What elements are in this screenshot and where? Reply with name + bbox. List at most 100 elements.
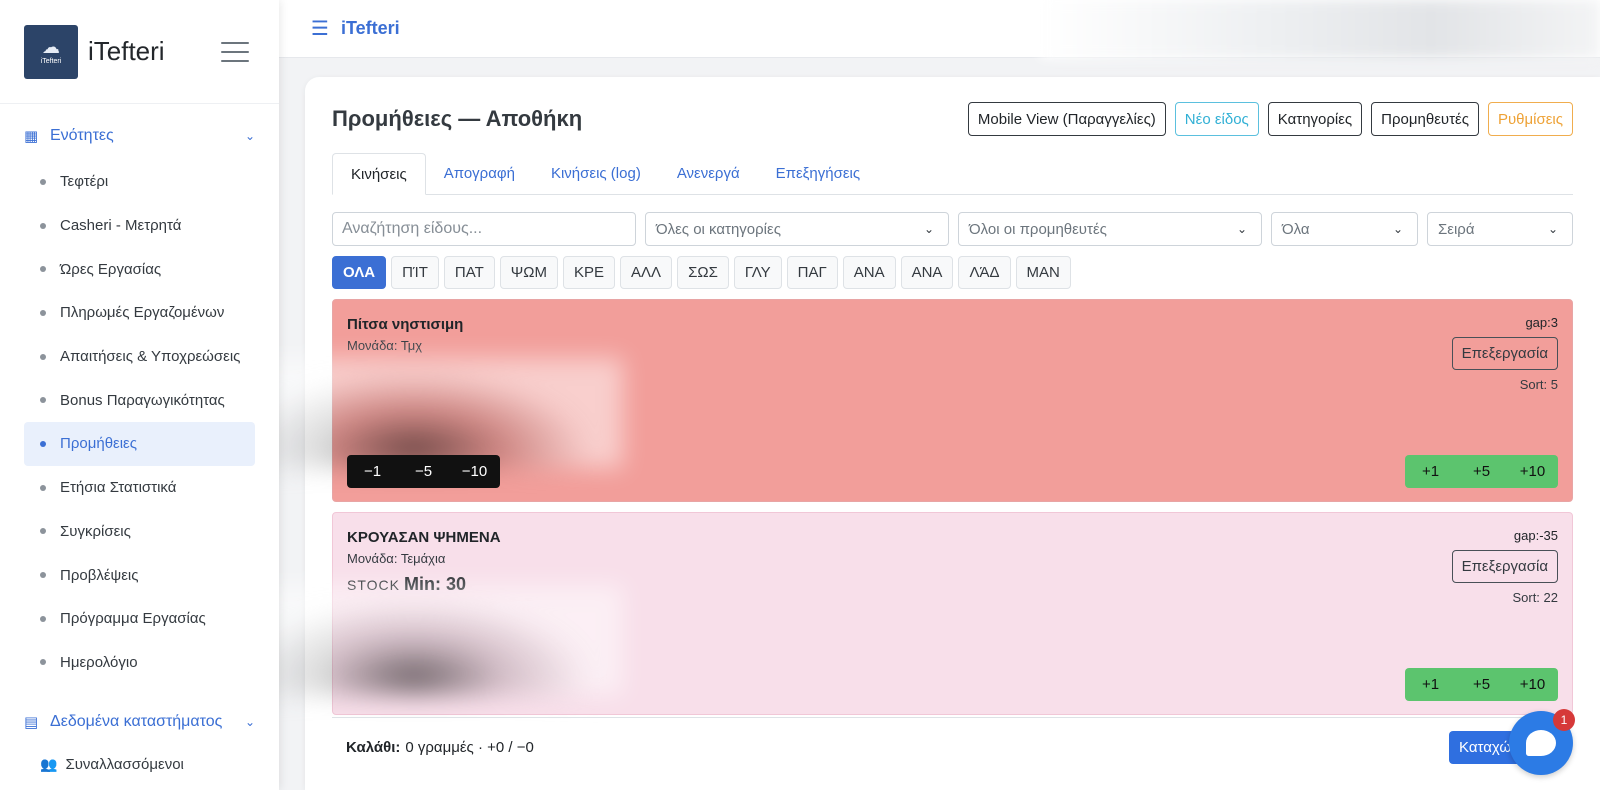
item-sort: Sort: 5 <box>1519 377 1558 392</box>
tab-inactive[interactable]: Ανενεργά <box>659 153 758 195</box>
sidebar-item-label: Τεφτέρι <box>60 173 109 191</box>
sidebar-item-label: Συγκρίσεις <box>60 522 131 540</box>
chip-pag[interactable]: ΠΑΓ <box>786 256 838 289</box>
cart-summary: 0 γραμμές · +0 / −0 <box>405 739 534 756</box>
item-card: Πίτσα νηστισιμη Μονάδα: Τμχ gap:3 Επεξερ… <box>243 299 1573 502</box>
tabs: Κινήσεις Απογραφή Κινήσεις (log) Ανενεργ… <box>332 153 1573 195</box>
sidebar-item-label: Ημερολόγιο <box>60 653 138 671</box>
menu-icon[interactable]: ☰ <box>311 16 329 41</box>
bullet-icon <box>40 528 46 535</box>
user-area-blurred <box>1040 0 1600 58</box>
sidebar-item-calendar[interactable]: Ημερολόγιο <box>24 641 255 685</box>
plus-5-button[interactable]: +5 <box>1456 668 1507 701</box>
plus-10-button[interactable]: +10 <box>1507 668 1558 701</box>
suppliers-button[interactable]: Προμηθευτές <box>1371 102 1479 136</box>
sidebar-item-label: Ετήσια Στατιστικά <box>60 479 177 497</box>
new-item-button[interactable]: Νέο είδος <box>1174 102 1259 136</box>
section-store-data[interactable]: ▤ Δεδομένα καταστήματος ⌄ <box>0 702 279 742</box>
plus-5-button[interactable]: +5 <box>1456 455 1507 488</box>
settings-button[interactable]: Ρυθμίσεις <box>1487 102 1573 136</box>
logo-text: iTefteri <box>40 57 62 65</box>
plus-1-button[interactable]: +1 <box>1405 668 1456 701</box>
sidebar-item-schedule[interactable]: Πρόγραμμα Εργασίας <box>24 597 255 641</box>
sidebar-item-annual-stats[interactable]: Ετήσια Στατιστικά <box>24 466 255 510</box>
sidebar-item-hours[interactable]: Ώρες Εργασίας <box>24 247 255 291</box>
minus-10-button[interactable]: −10 <box>449 455 500 488</box>
sidebar-item-comparisons[interactable]: Συγκρίσεις <box>24 510 255 554</box>
status-select[interactable]: Όλα ⌄ <box>1271 212 1418 246</box>
plus-buttons: +1 +5 +10 <box>1405 455 1558 488</box>
sidebar-item-receivables[interactable]: Απαιτήσεις & Υποχρεώσεις <box>24 335 255 379</box>
sidebar-item-label: Casheri - Μετρητά <box>60 217 182 235</box>
chip-pat[interactable]: ΠΑΤ <box>443 256 495 289</box>
status-select-value: Όλα <box>1282 220 1310 238</box>
sidebar-item-bonus[interactable]: Bonus Παραγωγικότητας <box>24 378 255 422</box>
chip-all[interactable]: ΟΛΑ <box>332 256 387 289</box>
nav-list-store: 👥 Συναλλασσόμενοι <box>0 742 279 786</box>
chip-ana-2[interactable]: ΑΝΑ <box>900 256 954 289</box>
section-label: Ενότητες <box>50 127 114 144</box>
mobile-view-button[interactable]: Mobile View (Παραγγελίες) <box>967 102 1166 136</box>
sidebar-item-label: Πρόγραμμα Εργασίας <box>60 610 206 628</box>
section-enotites[interactable]: ▦ Ενότητες ⌄ <box>0 116 279 156</box>
bullet-icon <box>40 178 46 185</box>
tab-movements[interactable]: Κινήσεις <box>332 153 426 195</box>
chip-man[interactable]: ΜΑΝ <box>1015 256 1071 289</box>
tab-inventory[interactable]: Απογραφή <box>426 153 533 195</box>
chip-ana-1[interactable]: ΑΝΑ <box>842 256 896 289</box>
order-select-value: Σειρά <box>1438 220 1475 238</box>
edit-button[interactable]: Επεξεργασία <box>1451 337 1558 370</box>
sidebar-item-label: Πληρωμές Εργαζομένων <box>60 304 225 322</box>
chip-sos[interactable]: ΣΩΣ <box>677 256 729 289</box>
minus-1-button[interactable]: −1 <box>347 455 398 488</box>
sidebar-item-contacts[interactable]: 👥 Συναλλασσόμενοι <box>24 742 255 786</box>
item-name: ΚΡΟΥΑΣΑΝ ΨΗΜΕΝΑ <box>347 529 501 546</box>
cart-label: Καλάθι: <box>346 739 401 756</box>
tab-movements-log[interactable]: Κινήσεις (log) <box>533 153 659 195</box>
sidebar-item-payments[interactable]: Πληρωμές Εργαζομένων <box>24 291 255 335</box>
topbar-title[interactable]: iTefteri <box>341 18 400 39</box>
categories-button[interactable]: Κατηγορίες <box>1267 102 1363 136</box>
grid-icon: ▦ <box>24 128 39 145</box>
bullet-icon <box>40 222 46 229</box>
category-select[interactable]: Όλες οι κατηγορίες ⌄ <box>645 212 949 246</box>
chevron-down-icon: ⌄ <box>1236 222 1247 236</box>
sidebar-item-label: Bonus Παραγωγικότητας <box>60 391 225 409</box>
plus-10-button[interactable]: +10 <box>1507 455 1558 488</box>
sidebar-item-casheri[interactable]: Casheri - Μετρητά <box>24 204 255 248</box>
section-label: Δεδομένα καταστήματος <box>50 713 223 731</box>
sidebar-item-supplies[interactable]: Προμήθειες <box>24 422 255 466</box>
chat-widget-button[interactable]: 1 <box>1509 709 1575 775</box>
chip-pit[interactable]: ΠΊΤ <box>391 256 439 289</box>
chevron-down-icon: ⌄ <box>1392 222 1403 236</box>
chip-all2[interactable]: ΑΛΛ <box>620 256 673 289</box>
minus-5-button[interactable]: −5 <box>398 455 449 488</box>
order-select[interactable]: Σειρά ⌄ <box>1427 212 1573 246</box>
chip-gly[interactable]: ΓΛΥ <box>733 256 782 289</box>
category-chips: ΟΛΑ ΠΊΤ ΠΑΤ ΨΩΜ ΚΡΕ ΑΛΛ ΣΩΣ ΓΛΥ ΠΑΓ ΑΝΑ … <box>332 256 1573 289</box>
sidebar-item-tefteri[interactable]: Τεφτέρι <box>24 160 255 204</box>
chip-lad[interactable]: ΛΆΔ <box>958 256 1011 289</box>
filters: Όλες οι κατηγορίες ⌄ Όλοι οι προμηθευτές… <box>332 212 1573 246</box>
cart-bar: Καλάθι: 0 γραμμές · +0 / −0 Καταχώ <box>332 717 1573 777</box>
bullet-icon <box>40 440 46 447</box>
supplier-select[interactable]: Όλοι οι προμηθευτές ⌄ <box>958 212 1262 246</box>
bullet-icon <box>40 615 46 622</box>
category-select-value: Όλες οι κατηγορίες <box>656 220 781 238</box>
sidebar-toggle-icon[interactable] <box>220 41 249 62</box>
app-logo[interactable]: ☁ iTefteri <box>24 24 78 79</box>
item-card: ΚΡΟΥΑΣΑΝ ΨΗΜΕΝΑ Μονάδα: Τεμάχια STOCKMin… <box>243 512 1573 715</box>
chip-psom[interactable]: ΨΩΜ <box>499 256 559 289</box>
search-input[interactable] <box>332 212 636 246</box>
sidebar-item-label: Προβλέψεις <box>60 566 139 584</box>
tab-explanations[interactable]: Επεξηγήσεις <box>758 153 878 195</box>
item-unit: Μονάδα: Τμχ <box>347 338 423 353</box>
plus-1-button[interactable]: +1 <box>1405 455 1456 488</box>
sidebar-item-label: Απαιτήσεις & Υποχρεώσεις <box>60 348 241 366</box>
chip-kre[interactable]: ΚΡΕ <box>563 256 616 289</box>
chevron-down-icon: ⌄ <box>1547 222 1558 236</box>
sidebar-item-label: Προμήθειες <box>60 435 137 453</box>
sidebar-item-forecasts[interactable]: Προβλέψεις <box>24 553 255 597</box>
edit-button[interactable]: Επεξεργασία <box>1451 550 1558 583</box>
bullet-icon <box>40 659 46 666</box>
